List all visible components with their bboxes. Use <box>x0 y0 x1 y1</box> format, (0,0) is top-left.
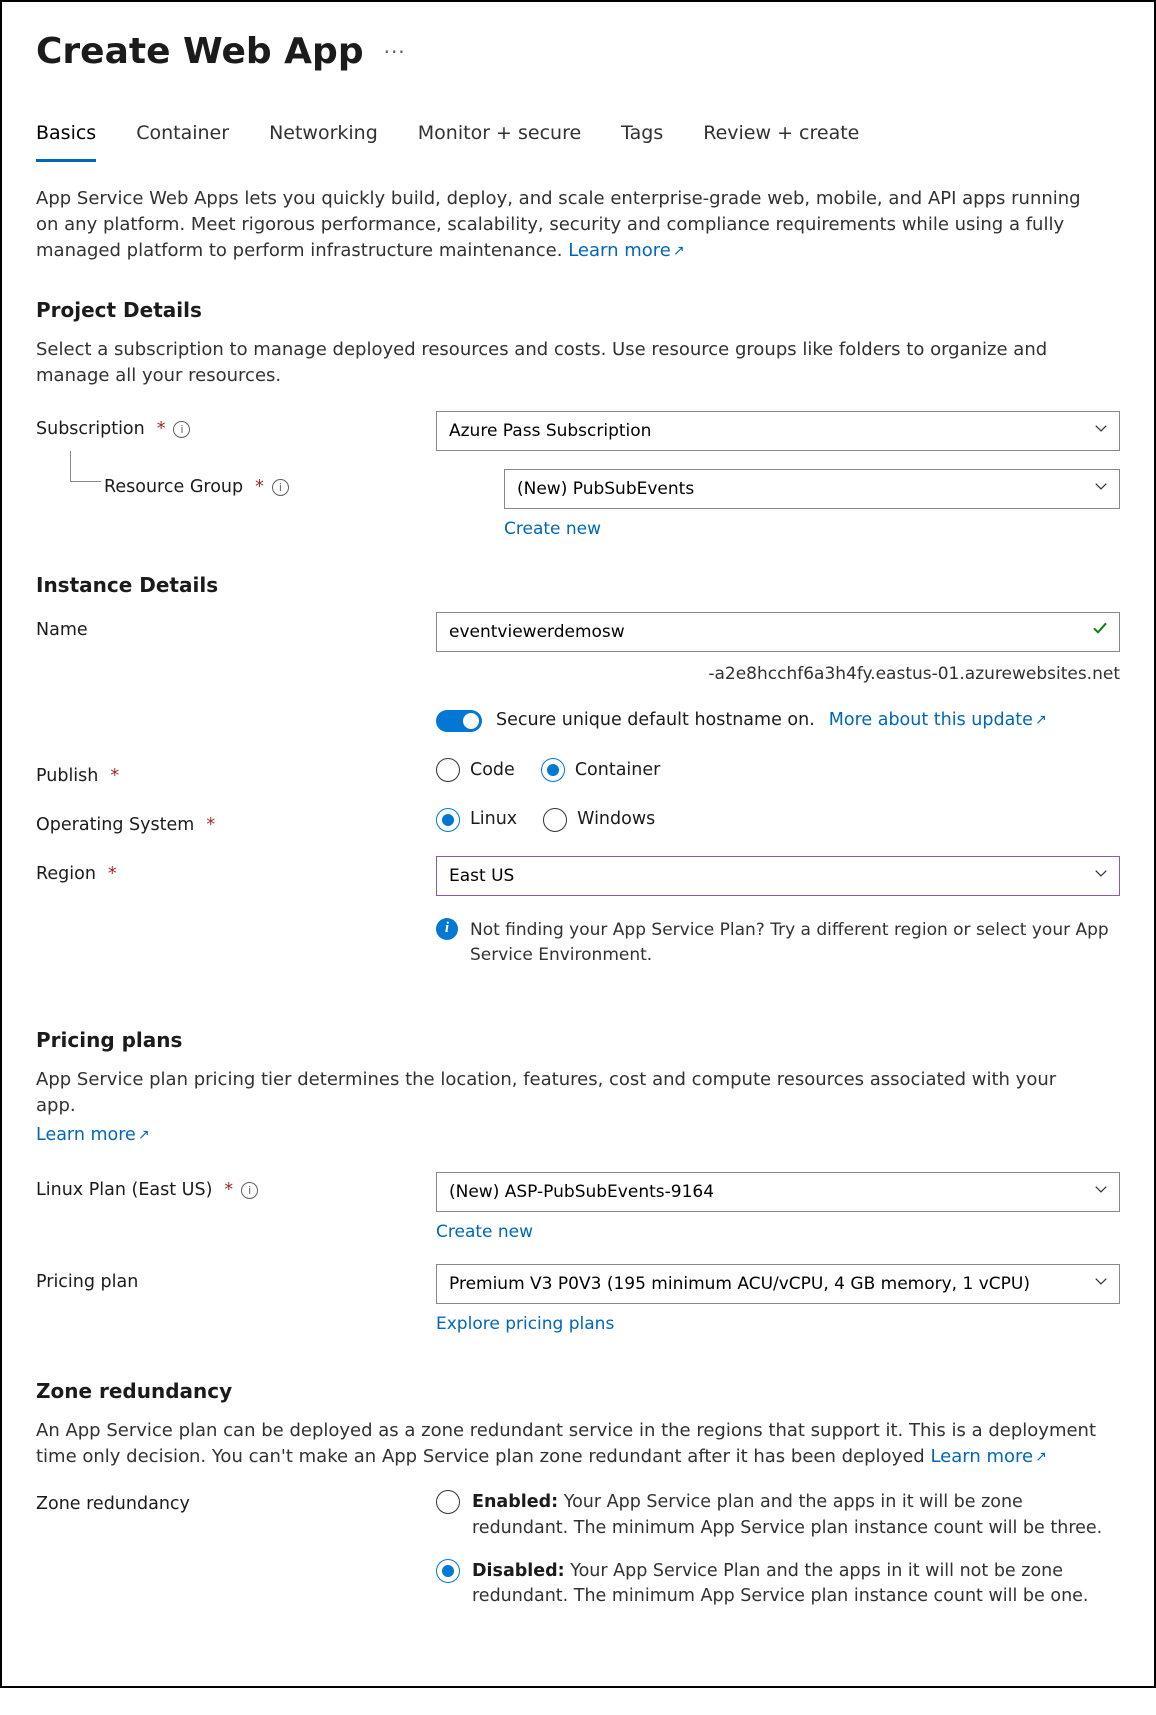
os-linux-label: Linux <box>470 807 517 832</box>
region-label: Region <box>36 862 96 887</box>
linux-plan-select[interactable] <box>436 1172 1120 1212</box>
toggle-link-label: More about this update <box>829 710 1033 730</box>
tab-review-create[interactable]: Review + create <box>703 120 859 162</box>
intro-body: App Service Web Apps lets you quickly bu… <box>36 188 1081 261</box>
zr-label: Zone redundancy <box>36 1492 190 1517</box>
create-new-rg-link[interactable]: Create new <box>504 517 601 542</box>
zr-disabled-title: Disabled: <box>472 1561 565 1581</box>
explore-pricing-link[interactable]: Explore pricing plans <box>436 1312 614 1337</box>
zr-enabled-desc: Your App Service plan and the apps in it… <box>472 1492 1102 1537</box>
external-link-icon: ↗ <box>1035 712 1047 728</box>
name-label: Name <box>36 618 88 643</box>
zr-radio-enabled[interactable] <box>436 1490 460 1514</box>
external-link-icon: ↗ <box>138 1127 150 1143</box>
intro-text: App Service Web Apps lets you quickly bu… <box>36 186 1096 264</box>
section-pricing-plans: Pricing plans <box>36 1026 1120 1055</box>
zr-disabled-desc: Your App Service Plan and the apps in it… <box>472 1561 1089 1606</box>
tab-tags[interactable]: Tags <box>621 120 663 162</box>
required-marker: * <box>206 813 215 838</box>
project-desc: Select a subscription to manage deployed… <box>36 337 1096 389</box>
external-link-icon: ↗ <box>673 243 685 259</box>
required-marker: * <box>224 1178 233 1203</box>
zr-learn-more-label: Learn more <box>930 1446 1033 1467</box>
info-icon[interactable]: i <box>173 421 190 438</box>
region-hint: Not finding your App Service Plan? Try a… <box>470 918 1110 967</box>
zr-desc: An App Service plan can be deployed as a… <box>36 1418 1096 1470</box>
secure-hostname-toggle[interactable] <box>436 710 482 732</box>
pricing-learn-more-label: Learn more <box>36 1125 136 1145</box>
learn-more-label: Learn more <box>568 240 671 261</box>
os-windows-label: Windows <box>577 807 655 832</box>
pricing-plan-select[interactable] <box>436 1264 1120 1304</box>
required-marker: * <box>157 417 166 442</box>
info-icon[interactable]: i <box>272 479 289 496</box>
zr-enabled-text: Enabled: Your App Service plan and the a… <box>472 1490 1120 1541</box>
region-select[interactable] <box>436 856 1120 896</box>
check-icon <box>1092 619 1108 644</box>
section-zone-redundancy: Zone redundancy <box>36 1377 1120 1406</box>
tab-container[interactable]: Container <box>136 120 229 162</box>
page-title: Create Web App <box>36 26 364 78</box>
external-link-icon: ↗ <box>1035 1449 1047 1465</box>
required-marker: * <box>108 862 117 887</box>
publish-label: Publish <box>36 764 98 789</box>
hostname-suffix: -a2e8hcchf6a3h4fy.eastus-01.azurewebsite… <box>436 662 1120 687</box>
zr-radio-disabled[interactable] <box>436 1559 460 1583</box>
linux-plan-label: Linux Plan (East US) <box>36 1178 212 1203</box>
publish-container-label: Container <box>575 758 661 783</box>
zr-learn-more-link[interactable]: Learn more↗ <box>930 1446 1046 1467</box>
toggle-label: Secure unique default hostname on. <box>496 708 815 733</box>
tab-networking[interactable]: Networking <box>269 120 378 162</box>
resource-group-label: Resource Group <box>104 475 243 500</box>
pricing-desc: App Service plan pricing tier determines… <box>36 1067 1096 1119</box>
tree-line <box>70 451 101 482</box>
os-label: Operating System <box>36 813 194 838</box>
zr-disabled-text: Disabled: Your App Service Plan and the … <box>472 1559 1120 1610</box>
publish-radio-code[interactable]: Code <box>436 758 515 783</box>
subscription-label: Subscription <box>36 417 145 442</box>
section-project-details: Project Details <box>36 296 1120 325</box>
more-actions-icon[interactable]: ··· <box>384 38 406 67</box>
publish-radio-container[interactable]: Container <box>541 758 661 783</box>
tabs: Basics Container Networking Monitor + se… <box>36 120 1120 162</box>
os-radio-linux[interactable]: Linux <box>436 807 517 832</box>
subscription-select[interactable] <box>436 411 1120 451</box>
create-new-plan-link[interactable]: Create new <box>436 1220 533 1245</box>
learn-more-link[interactable]: Learn more↗ <box>568 240 684 261</box>
pricing-learn-more-link[interactable]: Learn more↗ <box>36 1125 150 1145</box>
tab-basics[interactable]: Basics <box>36 120 96 162</box>
toggle-more-link[interactable]: More about this update↗ <box>829 708 1047 733</box>
resource-group-select[interactable] <box>504 469 1120 509</box>
os-radio-windows[interactable]: Windows <box>543 807 655 832</box>
info-icon[interactable]: i <box>241 1182 258 1199</box>
publish-code-label: Code <box>470 758 515 783</box>
zr-enabled-title: Enabled: <box>472 1492 558 1512</box>
tab-monitor-secure[interactable]: Monitor + secure <box>418 120 581 162</box>
required-marker: * <box>110 764 119 789</box>
section-instance-details: Instance Details <box>36 571 1120 600</box>
required-marker: * <box>255 475 264 500</box>
info-icon: i <box>436 918 458 940</box>
pricing-plan-label: Pricing plan <box>36 1270 138 1295</box>
name-input[interactable] <box>436 612 1120 652</box>
